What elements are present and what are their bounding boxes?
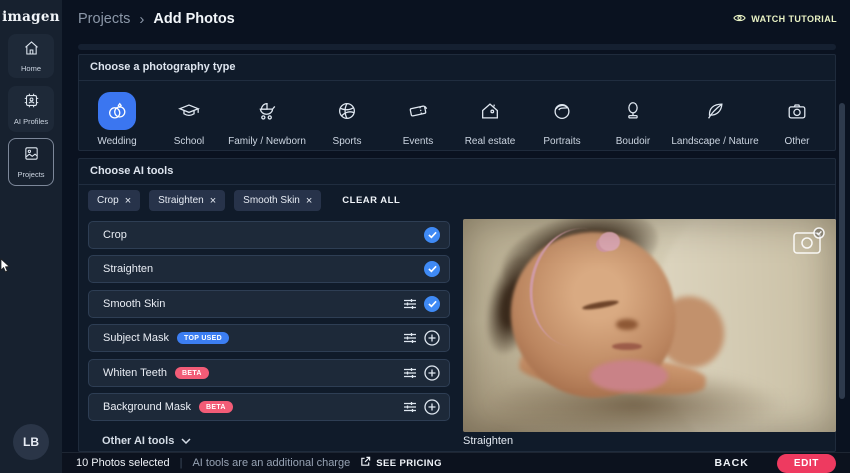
ai-profiles-icon xyxy=(23,92,40,114)
sliders-icon[interactable] xyxy=(403,367,417,379)
close-icon[interactable]: × xyxy=(210,195,216,207)
other-ai-tools-expander[interactable]: Other AI tools xyxy=(102,435,191,447)
app-window: imagen Home AI Profiles Projects LB Proj… xyxy=(0,0,850,473)
charge-note: AI tools are an additional charge xyxy=(192,457,351,469)
beta-badge: BETA xyxy=(199,401,233,413)
user-avatar[interactable]: LB xyxy=(13,424,49,460)
photography-type-title: Choose a photography type xyxy=(78,54,836,81)
tool-row-straighten[interactable]: Straighten xyxy=(88,255,450,283)
page-title: Add Photos xyxy=(153,11,235,27)
tool-row-smooth-skin[interactable]: Smooth Skin xyxy=(88,290,450,318)
scrolled-panel-edge xyxy=(78,44,836,50)
graduation-cap-icon xyxy=(170,92,208,130)
tool-row-background-mask[interactable]: Background Mask BETA xyxy=(88,393,450,421)
selected-tools-chips: Crop × Straighten × Smooth Skin × CLEAR … xyxy=(88,190,400,211)
ptype-other[interactable]: Other xyxy=(747,92,847,147)
check-icon[interactable] xyxy=(424,296,440,312)
leaf-icon xyxy=(696,92,734,130)
preview-caption: Straighten xyxy=(463,435,514,447)
house-icon xyxy=(471,92,509,130)
tool-row-whiten-teeth[interactable]: Whiten Teeth BETA xyxy=(88,359,450,387)
camera-icon xyxy=(778,92,816,130)
sidebar-item-label: Home xyxy=(20,63,41,73)
breadcrumb-separator: › xyxy=(139,10,145,28)
breadcrumb: Projects › Add Photos xyxy=(78,0,235,38)
footer-bar: 10 Photos selected | AI tools are an add… xyxy=(62,452,850,473)
eye-icon xyxy=(733,13,746,25)
photo-vignette xyxy=(463,219,836,432)
sidebar-item-label: Projects xyxy=(17,170,45,179)
beta-badge: BETA xyxy=(175,367,209,379)
chevron-down-icon xyxy=(181,435,191,447)
breadcrumb-projects[interactable]: Projects xyxy=(78,11,130,27)
external-link-icon xyxy=(360,456,371,470)
sidebar: imagen Home AI Profiles Projects LB xyxy=(0,0,62,473)
mirror-icon xyxy=(614,92,652,130)
check-icon[interactable] xyxy=(424,261,440,277)
chip-straighten[interactable]: Straighten × xyxy=(149,190,226,211)
sidebar-item-label: AI Profiles xyxy=(13,117,49,126)
baby-pram-icon xyxy=(248,92,286,130)
camera-check-icon xyxy=(792,227,826,260)
clear-all-button[interactable]: CLEAR ALL xyxy=(342,195,400,206)
chip-crop[interactable]: Crop × xyxy=(88,190,141,211)
edit-button[interactable]: EDIT xyxy=(776,453,836,473)
close-icon[interactable]: × xyxy=(125,195,131,207)
preview-photo[interactable] xyxy=(463,219,836,432)
wedding-rings-icon xyxy=(98,92,136,130)
photos-selected-count: 10 Photos selected xyxy=(76,457,170,469)
chip-smooth-skin[interactable]: Smooth Skin × xyxy=(234,190,322,211)
watch-tutorial-label: WATCH TUTORIAL xyxy=(751,14,837,24)
projects-icon xyxy=(23,145,40,167)
check-icon[interactable] xyxy=(424,227,440,243)
ai-tools-title: Choose AI tools xyxy=(78,158,836,185)
tool-row-crop[interactable]: Crop xyxy=(88,221,450,249)
tickets-icon xyxy=(399,92,437,130)
mouse-cursor xyxy=(0,258,12,278)
volleyball-icon xyxy=(328,92,366,130)
tool-row-subject-mask[interactable]: Subject Mask TOP USED xyxy=(88,324,450,352)
sidebar-item-projects[interactable]: Projects xyxy=(8,138,54,186)
close-icon[interactable]: × xyxy=(306,195,312,207)
sidebar-item-home[interactable]: Home xyxy=(8,34,54,78)
add-tool-icon[interactable] xyxy=(424,399,440,415)
add-tool-icon[interactable] xyxy=(424,330,440,346)
sliders-icon[interactable] xyxy=(403,332,417,344)
face-icon xyxy=(543,92,581,130)
add-tool-icon[interactable] xyxy=(424,365,440,381)
home-icon xyxy=(23,40,40,61)
top-used-badge: TOP USED xyxy=(177,332,229,344)
footer-divider: | xyxy=(179,457,183,469)
vertical-scrollbar-thumb[interactable] xyxy=(839,103,845,399)
see-pricing-link[interactable]: SEE PRICING xyxy=(360,456,442,470)
imagen-logo: imagen xyxy=(2,9,60,25)
watch-tutorial-button[interactable]: WATCH TUTORIAL xyxy=(733,0,837,38)
back-button[interactable]: BACK xyxy=(714,457,748,469)
sliders-icon[interactable] xyxy=(403,298,417,310)
sliders-icon[interactable] xyxy=(403,401,417,413)
sidebar-item-ai-profiles[interactable]: AI Profiles xyxy=(8,86,54,132)
